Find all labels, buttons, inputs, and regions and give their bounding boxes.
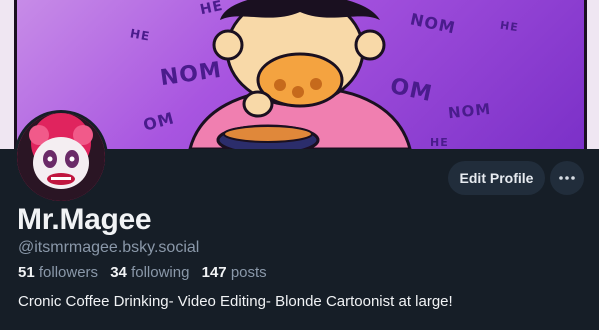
following-link[interactable]: 34 following	[110, 264, 189, 281]
more-options-button[interactable]	[550, 161, 584, 195]
profile-handle: @itsmrmagee.bsky.social	[18, 239, 200, 256]
posts-count: 147	[201, 264, 227, 281]
banner-sfx-he-3: HE	[499, 18, 520, 35]
followers-count: 51	[18, 264, 35, 281]
edit-profile-button[interactable]: Edit Profile	[448, 161, 545, 195]
following-count: 34	[110, 264, 127, 281]
posts-label: posts	[230, 264, 267, 281]
followers-label: followers	[38, 264, 99, 281]
profile-bio: Cronic Coffee Drinking- Video Editing- B…	[18, 293, 453, 310]
posts-stat: 147 posts	[202, 264, 267, 281]
avatar-clown-image	[17, 113, 105, 201]
profile-avatar[interactable]	[14, 110, 108, 204]
ellipsis-icon	[559, 176, 575, 180]
followers-link[interactable]: 51 followers	[18, 264, 98, 281]
banner-frame-line-left	[14, 0, 17, 149]
banner-frame-right	[587, 0, 599, 149]
banner-frame-left	[0, 0, 14, 149]
banner-frame-line-right	[584, 0, 587, 149]
profile-stats: 51 followers 34 following 147 posts	[18, 264, 267, 281]
following-label: following	[131, 264, 190, 281]
display-name: Mr.Magee	[17, 203, 152, 236]
profile-page: NOM HE HE OM NOM OM NOM HE HE Edit Profi…	[0, 0, 599, 330]
banner-sfx-he-4: HE	[430, 136, 449, 149]
